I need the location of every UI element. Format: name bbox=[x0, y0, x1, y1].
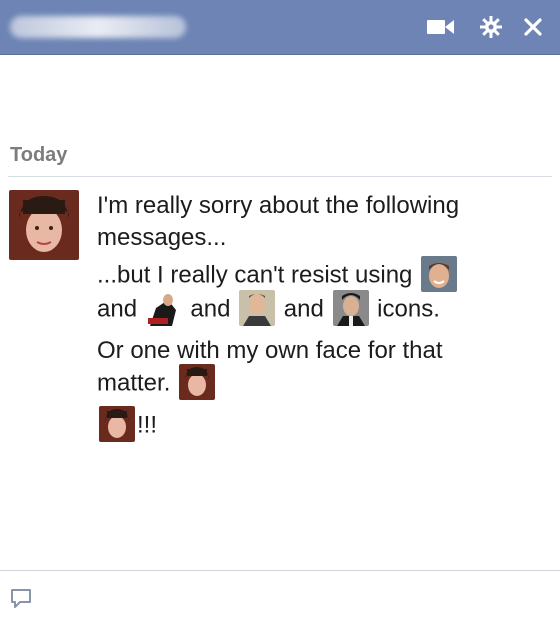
message-text: matter. bbox=[97, 369, 171, 397]
message-line: matter. bbox=[97, 364, 217, 402]
date-label: Today bbox=[10, 144, 68, 166]
message-text: icons. bbox=[377, 295, 440, 323]
chat-title-blurred[interactable] bbox=[10, 16, 186, 38]
video-call-icon[interactable] bbox=[426, 12, 456, 42]
profile-emoticon-man-suit bbox=[239, 290, 276, 326]
profile-emoticon-man-posing bbox=[145, 290, 182, 326]
message-text: and bbox=[283, 295, 324, 323]
message-line: !!! bbox=[97, 406, 158, 444]
chat-titlebar bbox=[0, 0, 560, 55]
message-line: Or one with my own face for that bbox=[97, 337, 443, 364]
date-separator: Today bbox=[8, 142, 552, 177]
message-text: and bbox=[97, 295, 138, 323]
compose-icon[interactable] bbox=[10, 587, 32, 614]
gear-icon[interactable] bbox=[476, 12, 506, 42]
message-text: and bbox=[190, 295, 231, 323]
sender-avatar[interactable] bbox=[9, 190, 79, 260]
profile-emoticon-man-dark-hair bbox=[332, 290, 369, 326]
chat-footer bbox=[0, 570, 560, 626]
profile-emoticon-self-face bbox=[179, 364, 216, 400]
message-line: and and and icons. bbox=[97, 290, 440, 328]
message-text: ...but I really can't resist using bbox=[97, 261, 413, 289]
close-icon[interactable] bbox=[518, 12, 548, 42]
message-line: ...but I really can't resist using bbox=[97, 256, 459, 294]
message-line: I'm really sorry about the following mes… bbox=[97, 192, 460, 251]
profile-emoticon-man-smiling bbox=[421, 256, 458, 292]
profile-emoticon-self-face bbox=[99, 406, 135, 442]
message-text: !!! bbox=[137, 411, 158, 439]
